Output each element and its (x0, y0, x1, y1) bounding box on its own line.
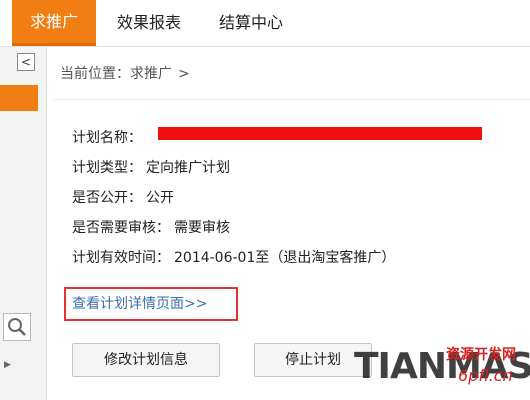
plan-info: 计划名称： 计划类型： 定向推广计划 是否公开： 公开 是否需要审核： 需要审核 计划… (72, 123, 395, 273)
plan-review-value: 需要审核 (174, 220, 230, 236)
plan-period-value: 2014-06-01至（退出淘宝客推广） (174, 250, 396, 266)
edit-plan-button[interactable]: 修改计划信息 (72, 343, 220, 377)
plan-type-label: 计划类型： (72, 160, 142, 176)
plan-public-row: 是否公开： 公开 (72, 183, 395, 213)
breadcrumb-current[interactable]: 求推广 (130, 66, 172, 82)
breadcrumb-separator: > (178, 66, 190, 82)
watermark-site-name: 资源开发网 (446, 347, 516, 363)
plan-review-row: 是否需要审核： 需要审核 (72, 213, 395, 243)
watermark: TIANMAS 资源开发网 6pfl.cn (354, 344, 530, 396)
view-plan-details-link[interactable]: 查看计划详情页面>> (64, 287, 238, 321)
collapse-sidebar-button[interactable]: < (17, 53, 35, 71)
plan-period-label: 计划有效时间： (72, 250, 170, 266)
plan-public-label: 是否公开： (72, 190, 142, 206)
sidebar: < ▶ (0, 47, 47, 400)
plan-name-redaction (158, 127, 482, 140)
breadcrumb: 当前位置：求推广 > (60, 63, 190, 83)
plan-review-label: 是否需要审核： (72, 220, 170, 236)
tab-effect-report[interactable]: 效果报表 (104, 0, 194, 46)
sidebar-active-item[interactable] (0, 85, 38, 111)
watermark-url: 6pfl.cn (458, 366, 513, 385)
plan-type-value: 定向推广计划 (146, 160, 230, 176)
tab-promotion[interactable]: 求推广 (12, 0, 96, 46)
plan-type-row: 计划类型： 定向推广计划 (72, 153, 395, 183)
expand-arrow-icon[interactable]: ▶ (4, 360, 11, 370)
tab-settlement-center[interactable]: 结算中心 (206, 0, 296, 46)
search-icon[interactable] (3, 313, 31, 341)
plan-public-value: 公开 (146, 190, 174, 206)
breadcrumb-prefix: 当前位置： (60, 66, 130, 82)
divider (54, 99, 530, 100)
top-navigation: 求推广 效果报表 结算中心 (0, 0, 530, 47)
plan-period-row: 计划有效时间： 2014-06-01至（退出淘宝客推广） (72, 243, 395, 273)
plan-name-label: 计划名称： (72, 130, 142, 146)
